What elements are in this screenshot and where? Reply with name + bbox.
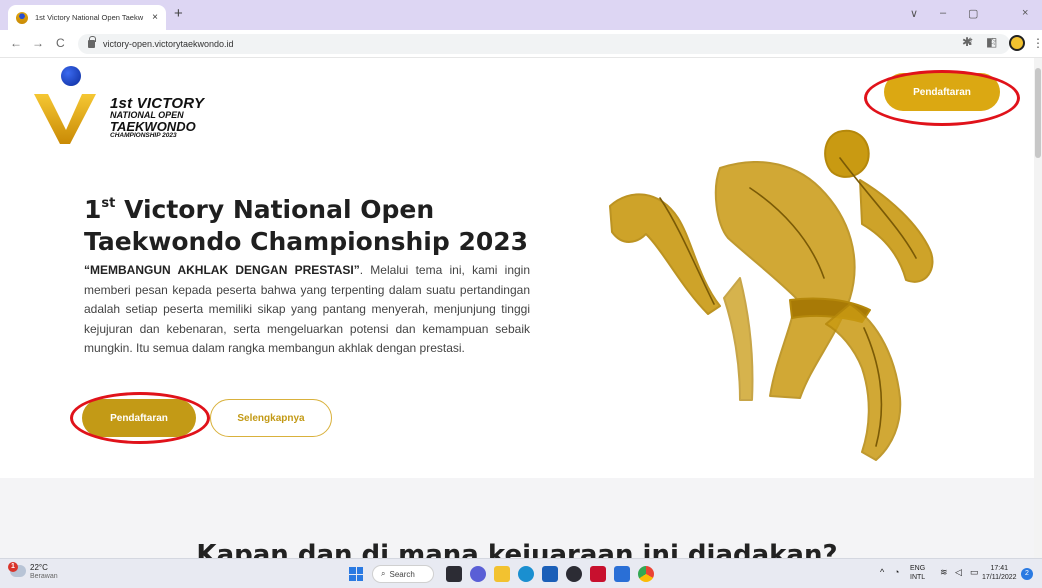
close-window-icon[interactable]: × xyxy=(1022,7,1028,19)
chat-icon[interactable] xyxy=(470,566,486,582)
hero-register-button[interactable]: Pendaftaran xyxy=(82,399,196,437)
search-icon: ⌕ xyxy=(381,569,386,578)
profile-avatar[interactable] xyxy=(1009,35,1025,51)
start-menu-icon[interactable] xyxy=(349,567,363,581)
volume-icon[interactable]: ◁ xyxy=(955,568,962,577)
menu-kebab-icon[interactable]: ⋮ xyxy=(1032,36,1042,50)
browser-tab-bar: 1st Victory National Open Taekw × + ∨ – … xyxy=(0,0,1042,30)
schedule-section: Kapan dan di mana kejuaraan ini diadakan… xyxy=(0,478,1034,558)
notification-badge[interactable]: 2 xyxy=(1021,568,1033,580)
reload-icon[interactable]: C xyxy=(56,36,65,50)
taskbar-search-input[interactable]: ⌕ Search xyxy=(372,565,434,583)
edge-icon[interactable] xyxy=(518,566,534,582)
url-text: victory-open.victorytaekwondo.id xyxy=(103,39,234,49)
maximize-icon[interactable]: ▢ xyxy=(968,7,978,20)
tab-close-icon[interactable]: × xyxy=(152,12,158,23)
os-taskbar: 1 22°C Berawan ⌕ Search ^ ◔ ENG INTL ≋ ◁ ▭… xyxy=(0,558,1042,588)
wifi-icon[interactable]: ≋ xyxy=(940,568,948,577)
web-page: 1st VICTORY NATIONAL OPEN TAEKWONDO CHAM… xyxy=(0,58,1042,558)
task-view-icon[interactable] xyxy=(446,566,462,582)
learn-more-button[interactable]: Selengkapnya xyxy=(210,399,332,437)
tray-chevron-icon[interactable]: ^ xyxy=(880,568,884,577)
browser-tab[interactable]: 1st Victory National Open Taekw × xyxy=(8,5,166,30)
mcafee-icon[interactable] xyxy=(590,566,606,582)
url-input[interactable]: victory-open.victorytaekwondo.id ⇪ ☆ xyxy=(78,34,1010,54)
mail-icon[interactable] xyxy=(614,566,630,582)
logo-wordmark: 1st VICTORY NATIONAL OPEN TAEKWONDO CHAM… xyxy=(110,95,205,139)
chrome-icon[interactable] xyxy=(638,566,654,582)
taekwondo-kick-illustration xyxy=(609,129,934,461)
weather-description: Berawan xyxy=(30,573,58,580)
back-icon[interactable]: ← xyxy=(10,36,22,50)
tray-app-icon[interactable]: ◔ xyxy=(894,568,899,577)
store-icon[interactable] xyxy=(542,566,558,582)
clock[interactable]: 17:41 17/11/2022 xyxy=(982,564,1017,582)
tab-search-icon[interactable]: ∨ xyxy=(910,7,918,20)
lock-icon xyxy=(88,36,96,48)
new-tab-icon[interactable]: + xyxy=(174,5,183,22)
logo-v-icon xyxy=(34,94,96,144)
weather-alert-badge: 1 xyxy=(8,562,18,572)
address-bar: ← → C victory-open.victorytaekwondo.id ⇪… xyxy=(0,30,1042,58)
battery-icon[interactable]: ▭ xyxy=(970,568,979,577)
logo-ball-icon xyxy=(61,66,81,86)
tab-title: 1st Victory National Open Taekw xyxy=(35,13,144,22)
page-scrollbar[interactable] xyxy=(1034,58,1042,558)
hero-description: “MEMBANGUN AKHLAK DENGAN PRESTASI”. Mela… xyxy=(84,263,531,356)
site-logo[interactable]: 1st VICTORY NATIONAL OPEN TAEKWONDO CHAM… xyxy=(32,66,222,146)
header-register-button[interactable]: Pendaftaran xyxy=(884,73,1000,111)
extensions-icon[interactable]: ✱ xyxy=(962,35,972,49)
weather-temperature: 22°C xyxy=(30,563,48,572)
sidepanel-icon[interactable]: ◧ xyxy=(986,35,997,49)
site-favicon-icon xyxy=(16,11,28,24)
page-title: 1st Victory National Open Taekwondo Cham… xyxy=(84,195,529,256)
file-explorer-icon[interactable] xyxy=(494,566,510,582)
section-heading: Kapan dan di mana kejuaraan ini diadakan… xyxy=(196,540,838,558)
scrollbar-thumb[interactable] xyxy=(1035,68,1041,158)
forward-icon[interactable]: → xyxy=(32,36,44,50)
language-indicator[interactable]: ENG INTL xyxy=(910,564,925,582)
dell-icon[interactable] xyxy=(566,566,582,582)
minimize-icon[interactable]: – xyxy=(940,7,946,19)
